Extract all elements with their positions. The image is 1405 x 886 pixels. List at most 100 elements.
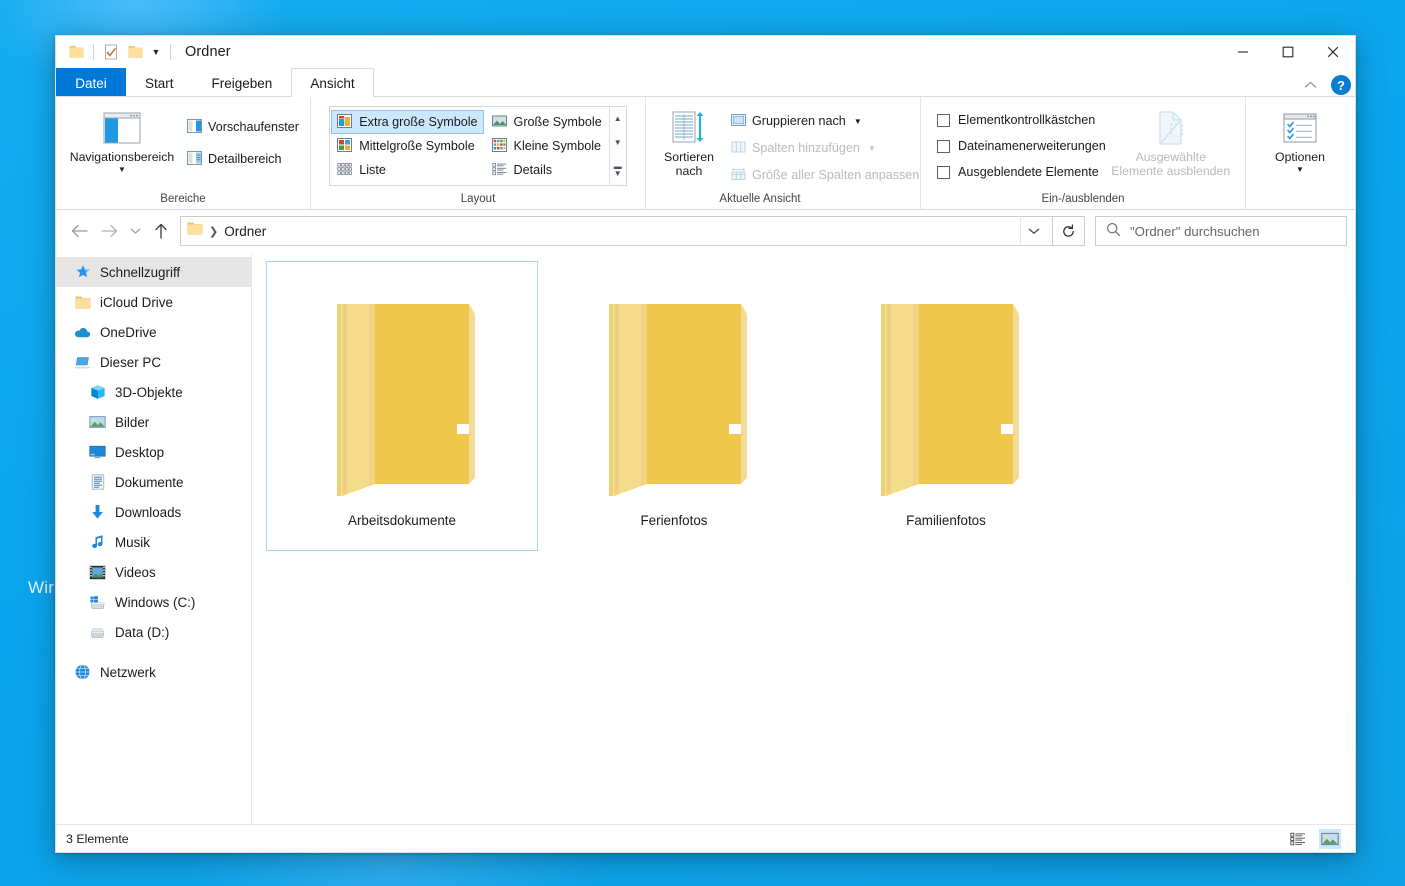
file-item[interactable]: Familienfotos	[810, 261, 1082, 551]
layout-liste[interactable]: Liste	[331, 158, 483, 182]
network-icon	[74, 664, 91, 681]
sidebar-label-desktop: Desktop	[115, 444, 165, 460]
windows-drive-icon	[89, 594, 106, 611]
qat-customize-dropdown-icon[interactable]: ▼	[147, 40, 165, 64]
tab-datei[interactable]: Datei	[56, 68, 126, 97]
title-bar: ▼ Ordner	[56, 36, 1355, 68]
sidebar-item-downloads[interactable]: Downloads	[56, 497, 251, 527]
file-grid: Arbeitsdokumente Ferienfotos Familienfot…	[266, 261, 1355, 551]
sidebar-item-musik[interactable]: Musik	[56, 527, 251, 557]
ribbon-group-label-aktuelle-ansicht: Aktuelle Ansicht	[719, 192, 801, 205]
search-box[interactable]: "Ordner" durchsuchen	[1095, 216, 1347, 246]
optionen-label: Optionen	[1275, 150, 1325, 164]
navigationsbereich-button[interactable]: Navigationsbereich ▼	[62, 105, 182, 174]
ausgeblendete-elemente-checkbox[interactable]	[937, 165, 950, 179]
sidebar-item-onedrive[interactable]: OneDrive	[56, 317, 251, 347]
sidebar-label-onedrive: OneDrive	[100, 324, 157, 340]
drive-icon	[89, 624, 106, 641]
tab-freigeben[interactable]: Freigeben	[193, 68, 292, 97]
sortieren-nach-button[interactable]: Sortieren nach	[652, 105, 726, 178]
back-button[interactable]	[64, 216, 94, 246]
dateinamenerweiterungen-checkbox[interactable]	[937, 139, 950, 153]
vorschaufenster-button[interactable]: Vorschaufenster	[182, 115, 304, 139]
vorschaufenster-label: Vorschaufenster	[207, 120, 299, 134]
elementkontrollkaestchen-checkbox-row[interactable]: Elementkontrollkästchen	[933, 107, 1106, 133]
sidebar-item-windows-c[interactable]: Windows (C:)	[56, 587, 251, 617]
minimize-button[interactable]	[1220, 36, 1265, 68]
layout-grosse-symbole[interactable]: Große Symbole	[486, 110, 608, 134]
close-button[interactable]	[1310, 36, 1355, 68]
help-icon[interactable]: ?	[1331, 75, 1351, 95]
sidebar-item-dokumente[interactable]: Dokumente	[56, 467, 251, 497]
gallery-expand-icon[interactable]: ▬ ▼	[614, 162, 622, 177]
navigation-pane-icon	[103, 109, 141, 147]
folder-icon	[317, 286, 487, 501]
forward-button[interactable]	[94, 216, 124, 246]
file-item[interactable]: Ferienfotos	[538, 261, 810, 551]
file-explorer-window: ▼ Ordner Datei Start Freigeben Ansicht ?	[55, 35, 1356, 853]
breadcrumb-item-ordner[interactable]: Ordner	[224, 224, 266, 239]
navigationsbereich-caret-icon[interactable]: ▼	[118, 165, 126, 174]
sidebar-item-data-d[interactable]: Data (D:)	[56, 617, 251, 647]
sidebar-label-windows-c: Windows (C:)	[115, 594, 196, 610]
breadcrumb-separator-icon[interactable]: ❯	[209, 225, 218, 238]
elementkontrollkaestchen-checkbox[interactable]	[937, 113, 950, 127]
dateinamenerweiterungen-checkbox-row[interactable]: Dateinamenerweiterungen	[933, 133, 1106, 159]
gallery-scroll-up-icon[interactable]: ▲	[614, 114, 622, 123]
sidebar-label-downloads: Downloads	[115, 504, 182, 520]
sidebar-item-videos[interactable]: Videos	[56, 557, 251, 587]
tab-ansicht[interactable]: Ansicht	[291, 68, 374, 97]
new-folder-icon[interactable]	[123, 40, 147, 64]
layout-kleine-symbole[interactable]: Kleine Symbole	[486, 134, 608, 158]
layout-details[interactable]: Details	[486, 158, 608, 182]
large-icons-view-button[interactable]	[1319, 828, 1341, 849]
quick-access-toolbar: ▼	[64, 40, 176, 64]
small-icons-icon	[491, 137, 507, 155]
properties-icon[interactable]	[99, 40, 123, 64]
file-item[interactable]: Arbeitsdokumente	[266, 261, 538, 551]
sidebar-item-desktop[interactable]: Desktop	[56, 437, 251, 467]
breadcrumb-folder-icon	[187, 221, 203, 241]
sidebar-item-icloud-drive[interactable]: iCloud Drive	[56, 287, 251, 317]
ribbon-group-ein-ausblenden: Elementkontrollkästchen Dateinamenerweit…	[921, 97, 1246, 209]
spalten-hinzufuegen-caret-icon[interactable]: ▼	[868, 144, 876, 153]
item-count-label: 3 Elemente	[66, 831, 129, 846]
refresh-button[interactable]	[1053, 216, 1085, 246]
sidebar-item-schnellzugriff[interactable]: Schnellzugriff	[56, 257, 251, 287]
layout-mittelgrosse-symbole[interactable]: Mittelgroße Symbole	[331, 134, 483, 158]
address-field[interactable]: ❯ Ordner	[180, 216, 1053, 246]
sidebar-label-videos: Videos	[115, 564, 156, 580]
maximize-button[interactable]	[1265, 36, 1310, 68]
spalten-hinzufuegen-button[interactable]: Spalten hinzufügen ▼	[726, 136, 924, 160]
optionen-button[interactable]: Optionen ▼	[1254, 105, 1346, 174]
tab-start[interactable]: Start	[126, 68, 193, 97]
detailbereich-button[interactable]: Detailbereich	[182, 147, 304, 171]
ausgeblendete-elemente-checkbox-row[interactable]: Ausgeblendete Elemente	[933, 159, 1106, 185]
folder-icon[interactable]	[64, 40, 88, 64]
cloud-icon	[74, 324, 91, 341]
up-button[interactable]	[146, 216, 176, 246]
gallery-scroll-down-icon[interactable]: ▼	[614, 138, 622, 147]
gruppieren-nach-button[interactable]: Gruppieren nach ▼	[726, 109, 924, 133]
sidebar-item-dieser-pc[interactable]: Dieser PC	[56, 347, 251, 377]
sidebar-item-netzwerk[interactable]: Netzwerk	[56, 657, 251, 687]
sidebar-item-3d-objekte[interactable]: 3D-Objekte	[56, 377, 251, 407]
sidebar-label-dokumente: Dokumente	[115, 474, 184, 490]
layout-column-1: Extra große Symbole Mittelgroße Symbole	[330, 107, 484, 185]
details-view-button[interactable]	[1287, 829, 1309, 849]
optionen-caret-icon[interactable]: ▼	[1296, 165, 1304, 174]
sidebar-item-bilder[interactable]: Bilder	[56, 407, 251, 437]
pc-icon	[74, 354, 91, 371]
layout-extra-grosse-symbole[interactable]: Extra große Symbole	[331, 110, 484, 134]
address-history-dropdown-icon[interactable]	[1020, 216, 1046, 246]
gruppieren-nach-caret-icon[interactable]: ▼	[854, 117, 862, 126]
ribbon-group-label-optionen	[1246, 191, 1354, 209]
collapse-ribbon-icon[interactable]	[1298, 76, 1323, 94]
recent-locations-dropdown-icon[interactable]	[124, 216, 146, 246]
groesse-aller-spalten-anpassen-button[interactable]: Größe aller Spalten anpassen	[726, 163, 924, 187]
file-list-view[interactable]: Arbeitsdokumente Ferienfotos Familienfot…	[252, 253, 1355, 824]
search-input[interactable]: "Ordner" durchsuchen	[1130, 224, 1260, 239]
gruppieren-nach-label: Gruppieren nach	[752, 114, 846, 128]
ausgewaehlte-elemente-ausblenden-button[interactable]: Ausgewählte Elemente ausblenden	[1111, 105, 1230, 178]
cube-icon	[89, 384, 106, 401]
